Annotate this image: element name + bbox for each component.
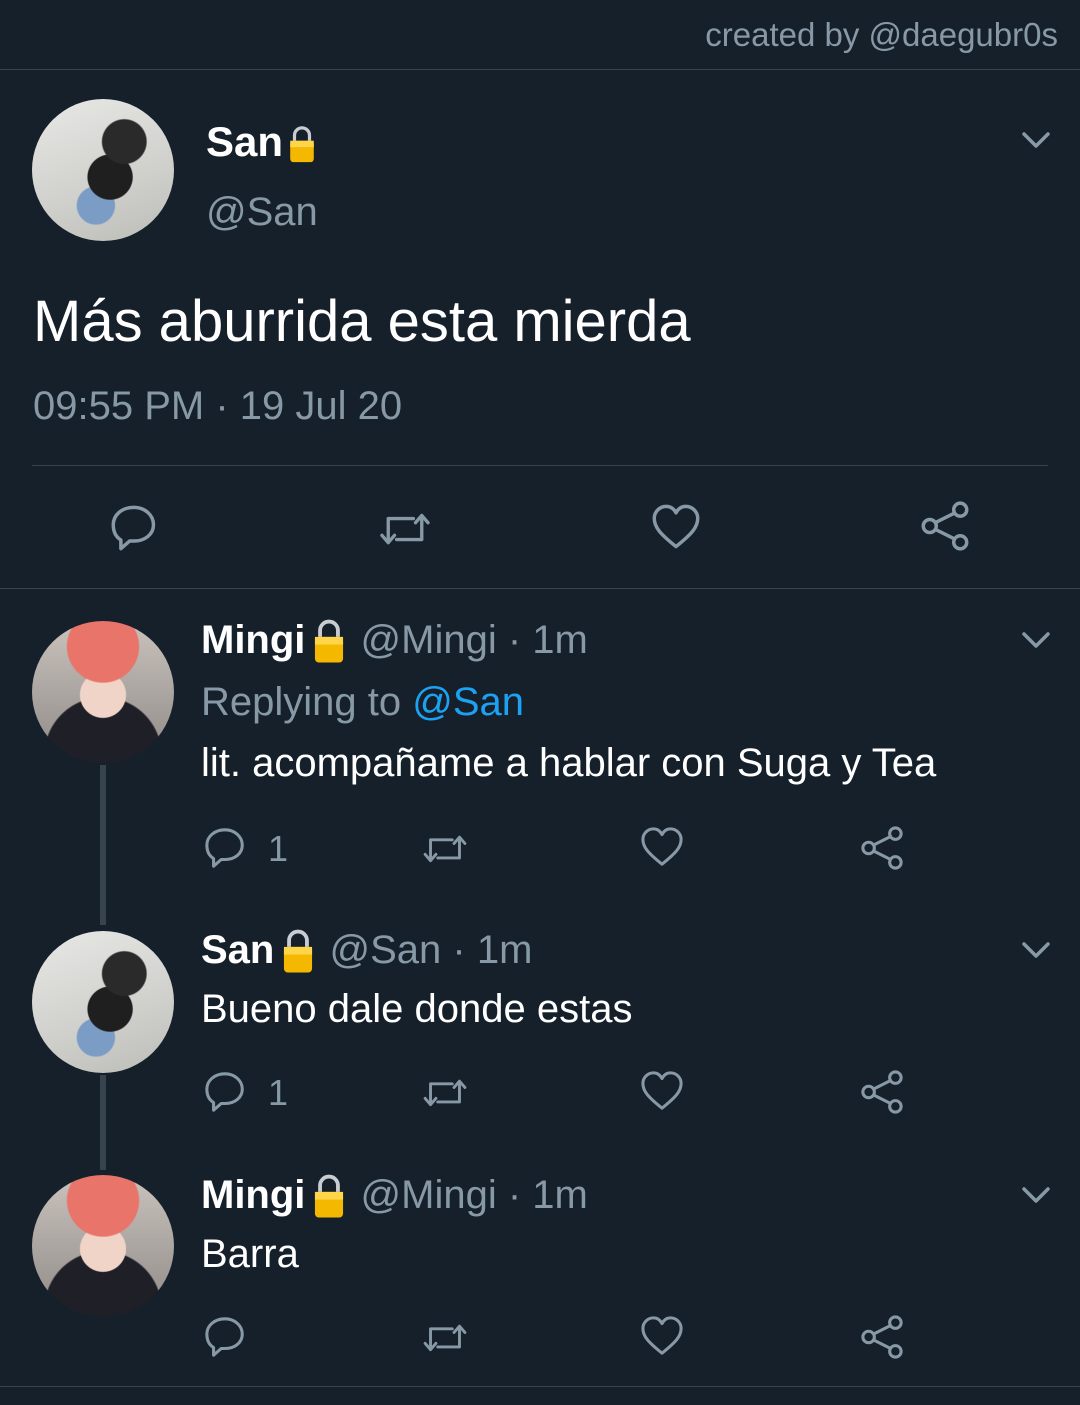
display-name[interactable]: Mingi [201,618,305,662]
reply-icon[interactable] [204,1070,248,1114]
share-icon[interactable] [860,1070,904,1114]
avatar[interactable] [32,1175,174,1317]
credit-text: created by @daegubr0s [705,16,1058,53]
share-icon[interactable] [920,501,970,551]
mention-link[interactable]: @San [412,680,524,724]
reply-icon[interactable] [204,1315,248,1359]
replying-to-line: Replying to @San [201,680,524,725]
avatar[interactable] [32,931,174,1073]
chevron-down-icon[interactable] [1021,630,1051,650]
handle[interactable]: @Mingi [361,618,497,662]
lock-icon [288,126,316,164]
avatar[interactable] [32,99,174,241]
lock-icon [282,930,315,975]
divider [0,1386,1080,1387]
author-line: San @San · 1m [201,928,532,975]
thread-connector [100,1075,106,1170]
share-icon[interactable] [860,826,904,870]
handle[interactable]: @San [206,190,318,235]
retweet-icon[interactable] [374,506,436,550]
heart-icon[interactable] [651,503,701,551]
retweet-icon[interactable] [420,1073,470,1111]
tweet-text: Barra [201,1232,299,1276]
handle[interactable]: @Mingi [361,1173,497,1217]
thread-connector [100,765,106,925]
retweet-icon[interactable] [420,829,470,867]
time: · 1m [507,1173,588,1217]
lock-icon [313,1175,346,1220]
chevron-down-icon[interactable] [1021,940,1051,960]
timestamp[interactable]: 09:55 PM · 19 Jul 20 [33,384,402,429]
avatar[interactable] [32,621,174,763]
divider [32,465,1048,466]
tweet-text: lit. acompañame a hablar con Suga y Tea [201,741,937,785]
display-name[interactable]: Mingi [201,1173,305,1217]
reply-count: 1 [268,828,289,869]
heart-icon[interactable] [640,826,684,868]
chevron-down-icon[interactable] [1021,130,1051,150]
author-line: Mingi @Mingi · 1m [201,618,588,665]
share-icon[interactable] [860,1315,904,1359]
time: · 1m [452,928,533,972]
reply-icon[interactable] [204,826,248,870]
heart-icon[interactable] [640,1070,684,1112]
replying-label: Replying to [201,680,413,724]
retweet-icon[interactable] [420,1318,470,1356]
divider [0,588,1080,589]
divider [0,69,1080,70]
author-line: San [206,118,317,166]
lock-icon [313,620,346,665]
time: · 1m [507,618,588,662]
author-line: Mingi @Mingi · 1m [201,1173,588,1220]
handle[interactable]: @San [329,928,441,972]
reply-icon[interactable] [110,503,160,553]
heart-icon[interactable] [640,1315,684,1357]
tweet-text: Más aburrida esta mierda [33,289,691,354]
tweet-text: Bueno dale donde estas [201,987,633,1031]
chevron-down-icon[interactable] [1021,1185,1051,1205]
reply-count: 1 [268,1072,289,1113]
display-name[interactable]: San [206,118,283,165]
display-name[interactable]: San [201,928,274,972]
